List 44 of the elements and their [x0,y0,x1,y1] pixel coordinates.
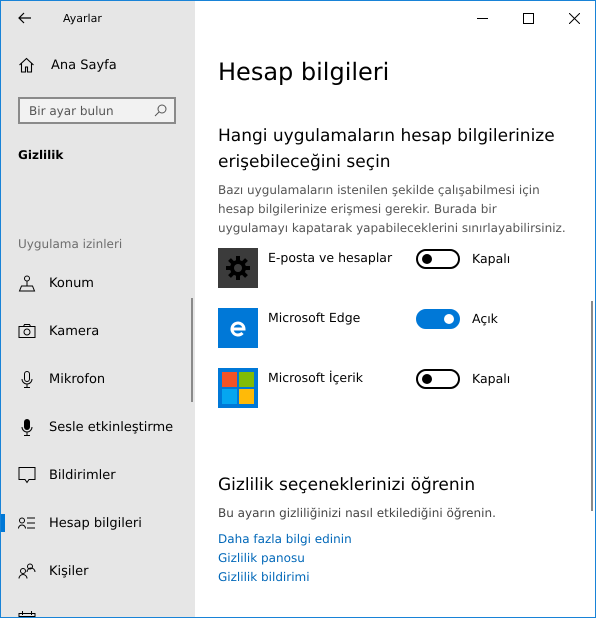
privacy-link[interactable]: Gizlilik bildirimi [218,568,310,587]
gear-icon [218,248,258,288]
home-item[interactable]: Ana Sayfa [1,55,195,75]
category-heading: Gizlilik [17,148,64,162]
sidebar-item[interactable]: Bildirimler [1,451,195,499]
section-heading: Gizlilik seçeneklerinizi öğrenin [218,474,476,497]
toggle-switch[interactable] [416,249,460,269]
privacy-link[interactable]: Daha fazla bilgi edinin [218,530,352,549]
sidebar-item[interactable]: Kamera [1,307,195,355]
toggle-state: Kapalı [472,251,510,266]
edge-icon [218,308,258,348]
sidebar-item[interactable]: Sesle etkinleştirme [1,403,195,451]
description-text: Bazı uygulamaların istenilen şekilde çalışabilmesi için hesap bilgilerinize erişmesi gerekir. Burada bir uygulamayı kapatarak yapabileceklerini sınırlayabilirsiniz. [218,182,567,237]
close-icon[interactable] [569,12,580,24]
window-title: Ayarlar [63,12,102,24]
toggle-switch[interactable] [416,369,460,389]
app-name: Microsoft Edge [268,310,362,325]
camera-icon [18,324,36,338]
people-icon [18,563,36,579]
location-icon [18,274,36,292]
toggle-state: Açık [472,311,498,326]
scrollbar[interactable] [591,301,593,511]
speech-bubble-icon [18,466,36,484]
scrollbar[interactable] [191,298,193,402]
privacy-link[interactable]: Gizlilik panosu [218,549,305,568]
sidebar-item[interactable]: Mikrofon [1,355,195,403]
toggle-state: Kapalı [472,371,510,386]
windows-logo-icon [218,368,258,408]
section-heading: Hangi uygulamaların hesap bilgilerinize erişebileceğini seçin [218,125,556,174]
app-name: E-posta ve hesaplar [268,250,394,265]
maximize-icon[interactable] [523,12,534,24]
privacy-text: Bu ayarın gizliliğinizi nasıl etkilediğini öğrenin. [218,506,497,520]
search-icon [154,104,167,117]
toggle-switch[interactable] [416,309,460,329]
home-icon [18,57,35,73]
sidebar-item[interactable]: Hesap bilgileri [1,499,195,547]
app-name: Microsoft İçerik [268,370,364,385]
back-icon[interactable] [18,12,32,24]
group-heading: Uygulama izinleri [17,237,124,251]
search-field[interactable]: Bir ayar bulun [18,97,176,124]
contact-list-icon [18,517,36,529]
page-title: Hesap bilgileri [218,58,390,86]
sidebar-item[interactable]: Kişiler [1,547,195,595]
sidebar-item[interactable]: Konum [1,259,195,307]
